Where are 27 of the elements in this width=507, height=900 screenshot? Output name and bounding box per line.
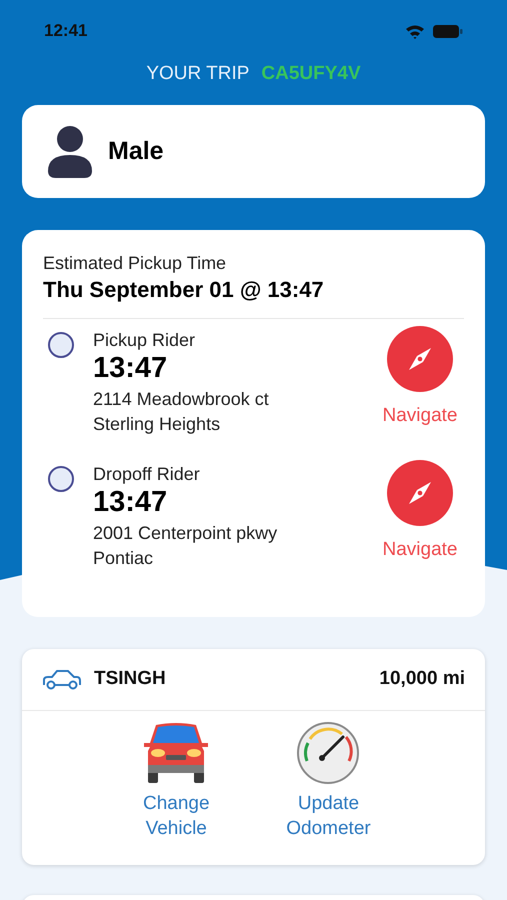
gauge-icon bbox=[296, 721, 360, 785]
vehicle-name: TSINGH bbox=[94, 667, 166, 692]
car-outline-icon bbox=[42, 668, 82, 690]
navigate-link[interactable]: Navigate bbox=[382, 536, 458, 564]
stop-title: Dropoff Rider bbox=[93, 463, 201, 485]
stop-city: Pontiac bbox=[93, 547, 154, 570]
battery-icon bbox=[433, 24, 463, 38]
stop-city: Sterling Heights bbox=[93, 413, 222, 436]
stop-time: 13:47 bbox=[93, 485, 168, 519]
change-vehicle-button[interactable]: Change Vehicle bbox=[136, 721, 216, 841]
stop-checkbox[interactable] bbox=[48, 466, 74, 492]
stop-address: 2114 Meadowbrook ct bbox=[93, 388, 270, 411]
stop-checkbox[interactable] bbox=[48, 332, 74, 358]
pickup-time-label: Estimated Pickup Time bbox=[43, 252, 228, 274]
stop-time: 13:47 bbox=[93, 351, 168, 385]
person-icon bbox=[46, 124, 94, 178]
stop-title: Pickup Rider bbox=[93, 329, 196, 351]
navigate-link[interactable]: Navigate bbox=[382, 402, 458, 430]
wifi-icon bbox=[405, 24, 425, 38]
pickup-datetime: Thu September 01 @ 13:47 bbox=[43, 276, 325, 304]
status-time: 12:41 bbox=[44, 20, 88, 42]
odometer-reading: 10,000 mi bbox=[379, 667, 465, 692]
trip-heading: YOUR TRIP bbox=[146, 62, 250, 86]
stop-address: 2001 Centerpoint pkwy bbox=[93, 522, 278, 545]
trip-code: CA5UFY4V bbox=[261, 62, 361, 86]
update-odometer-button[interactable]: Update Odometer bbox=[286, 721, 371, 841]
rider-gender: Male bbox=[108, 136, 164, 167]
